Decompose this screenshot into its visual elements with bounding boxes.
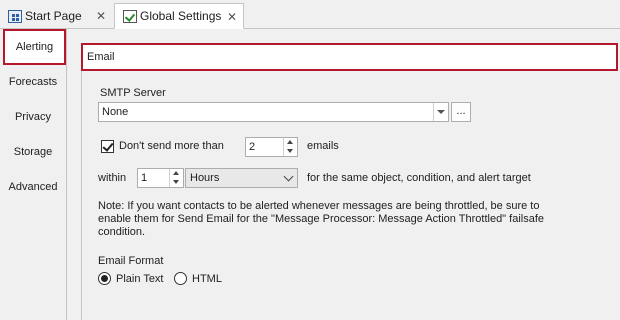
within-unit-value: Hours (190, 172, 220, 184)
within-value-stepper[interactable]: 1 (137, 168, 184, 188)
tab-label: Global Settings (140, 9, 222, 23)
smtp-browse-button[interactable]: ... (451, 102, 471, 122)
within-suffix-label: for the same object, condition, and aler… (307, 172, 531, 184)
settings-sidebar: Alerting Forecasts Privacy Storage Advan… (0, 29, 67, 320)
sidebar-item-forecasts[interactable]: Forecasts (0, 65, 66, 100)
within-label: within (98, 172, 127, 184)
stepper-down-icon[interactable] (170, 169, 183, 187)
close-icon[interactable]: ✕ (227, 10, 237, 24)
throttle-checkbox-label: Don't send more than (119, 140, 224, 152)
within-value: 1 (141, 172, 148, 184)
smtp-server-label: SMTP Server (100, 87, 166, 99)
tab-global-settings[interactable]: Global Settings ✕ (114, 3, 244, 29)
section-header-email: Email (81, 43, 618, 71)
panel-divider (81, 71, 82, 320)
sidebar-item-advanced[interactable]: Advanced (0, 170, 66, 205)
sidebar-item-storage[interactable]: Storage (0, 135, 66, 170)
plain-text-label: Plain Text (116, 273, 164, 285)
within-unit-select[interactable]: Hours (185, 168, 298, 188)
throttle-unit-label: emails (307, 140, 339, 152)
tab-start-page[interactable]: Start Page ✕ (0, 3, 112, 29)
throttle-checkbox[interactable] (101, 140, 114, 153)
smtp-server-value: None (102, 106, 129, 118)
throttle-note: Note: If you want contacts to be alerted… (98, 200, 544, 238)
throttle-count-stepper[interactable]: 2 (245, 137, 298, 157)
throttle-count-value: 2 (249, 141, 256, 153)
html-radio[interactable] (174, 272, 187, 285)
smtp-server-select[interactable]: None (98, 102, 449, 122)
stepper-down-icon[interactable] (284, 138, 297, 156)
plain-text-radio[interactable] (98, 272, 111, 285)
close-icon[interactable]: ✕ (96, 9, 106, 23)
chevron-down-icon (283, 171, 294, 182)
tab-label: Start Page (25, 9, 82, 23)
email-settings-panel: Email SMTP Server None ... Don't send mo… (81, 29, 620, 320)
stepper-buttons (169, 169, 183, 187)
sidebar-item-alerting[interactable]: Alerting (3, 29, 66, 65)
sidebar-item-privacy[interactable]: Privacy (0, 100, 66, 135)
tab-strip: Start Page ✕ Global Settings ✕ (0, 0, 620, 29)
dropdown-arrow-icon[interactable] (433, 103, 448, 121)
email-format-label: Email Format (98, 255, 164, 267)
settings-check-icon (123, 9, 137, 23)
html-label: HTML (192, 273, 222, 285)
start-page-icon (8, 9, 22, 23)
stepper-buttons (283, 138, 297, 156)
